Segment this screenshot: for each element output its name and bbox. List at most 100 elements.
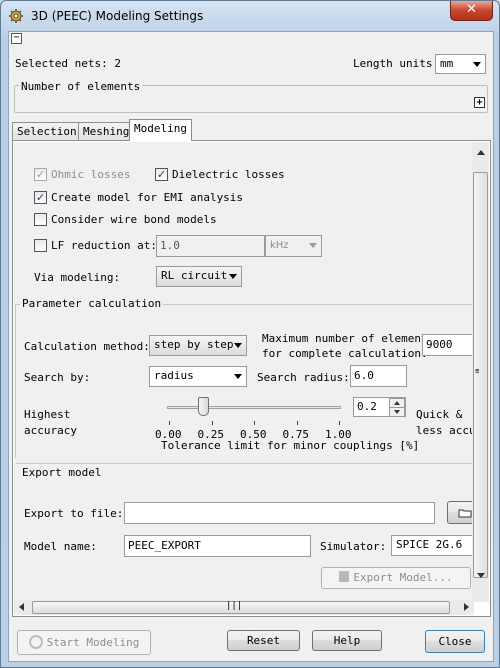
model-name-label: Model name: (24, 540, 97, 553)
calc-method-value: step by step (154, 338, 234, 351)
gears-icon (28, 635, 43, 649)
horizontal-scrollbar[interactable]: ||| (14, 600, 474, 615)
chevron-down-icon (473, 62, 481, 67)
slider-tick-label: 0.00 (155, 428, 182, 441)
emi-model-checkbox[interactable]: ✓ (34, 191, 47, 204)
lf-reduction-input[interactable]: 1.0 (156, 235, 265, 257)
spinner-down-icon[interactable] (389, 407, 405, 417)
check-icon: ✓ (35, 191, 46, 204)
browse-button[interactable] (447, 501, 474, 524)
export-model-button[interactable]: Export Model... (321, 567, 471, 589)
lf-unit-value: kHz (270, 240, 289, 251)
length-units-select[interactable]: mm (435, 54, 486, 74)
title-bar: 3D (PEEC) Modeling Settings ✕ (1, 1, 499, 31)
dielectric-losses-label: Dielectric losses (172, 168, 285, 181)
grip-icon: ≡ (475, 367, 480, 375)
quick-label: Quick & (416, 408, 463, 421)
export-to-file-label: Export to file: (24, 507, 124, 520)
tolerance-spinner-value: 0.2 (357, 400, 377, 413)
simulator-value: SPICE 2G.6 (396, 538, 463, 551)
calc-method-select[interactable]: step by step (149, 335, 247, 356)
search-radius-input[interactable]: 6.0 (350, 365, 407, 387)
scroll-up-icon[interactable] (477, 150, 485, 155)
window-title: 3D (PEEC) Modeling Settings (31, 9, 204, 23)
tab-modeling[interactable]: Modeling (129, 119, 192, 141)
chevron-down-icon (309, 243, 317, 248)
model-name-input[interactable]: PEEC_EXPORT (124, 535, 311, 557)
expand-icon[interactable]: + (474, 97, 485, 108)
highest-accuracy-label-2: accuracy (24, 424, 77, 437)
chevron-down-icon (234, 343, 242, 348)
export-model-button-label: Export Model... (353, 571, 453, 584)
scroll-left-icon[interactable] (19, 603, 24, 611)
tolerance-slider-track[interactable] (167, 406, 341, 409)
slider-tick (296, 421, 298, 425)
selected-nets-label: Selected nets: 2 (15, 57, 121, 70)
ohmic-losses-checkbox[interactable]: ✓ (34, 168, 47, 181)
slider-tick (339, 421, 340, 425)
slider-tick-label: 0.50 (240, 428, 267, 441)
lf-reduction-label: LF reduction at: (51, 239, 157, 252)
ohmic-losses-label: Ohmic losses (51, 168, 131, 181)
check-icon: ✓ (156, 168, 167, 181)
section-border-left (15, 304, 16, 458)
app-gear-icon (9, 9, 23, 23)
collapse-icon[interactable]: − (11, 33, 22, 44)
start-modeling-button[interactable]: Start Modeling (17, 630, 151, 655)
simulator-select[interactable]: SPICE 2G.6 (391, 535, 474, 556)
simulator-label: Simulator: (320, 540, 387, 553)
slider-tick (169, 421, 170, 425)
wire-bond-label: Consider wire bond models (51, 213, 217, 226)
modeling-content: ✓ Ohmic losses ✓ Dielectric losses ✓ Cre… (14, 142, 474, 602)
wire-bond-checkbox[interactable] (34, 213, 47, 226)
folder-icon (458, 509, 471, 518)
max-elements-input[interactable]: 9000 (422, 334, 474, 356)
tab-meshing[interactable]: Meshing (78, 122, 135, 141)
highest-accuracy-label: Highest (24, 408, 71, 421)
via-modeling-value: RL circuit (161, 269, 228, 282)
reset-button[interactable]: Reset (227, 630, 300, 651)
chevron-down-icon (229, 274, 237, 279)
close-button[interactable]: Close (425, 630, 485, 653)
dialog-client: − Selected nets: 2 Length units: mm Numb… (8, 31, 494, 662)
slider-tick-label: 1.00 (325, 428, 352, 441)
emi-model-label: Create model for EMI analysis (51, 191, 244, 204)
export-model-title: Export model (20, 466, 104, 479)
slider-tick (254, 421, 255, 425)
scroll-down-icon[interactable] (477, 573, 485, 578)
calc-method-label: Calculation method: (24, 340, 150, 353)
lf-unit-select[interactable]: kHz (265, 235, 322, 257)
max-elements-label-2: for complete calculation: (262, 347, 428, 360)
horizontal-scroll-thumb[interactable]: ||| (32, 601, 450, 614)
slider-tick (211, 421, 213, 425)
tab-selection[interactable]: Selection (12, 122, 82, 141)
dialog-window: 3D (PEEC) Modeling Settings ✕ − Selected… (0, 0, 500, 668)
lf-reduction-checkbox[interactable] (34, 239, 47, 252)
vertical-scroll-thumb[interactable]: ≡ (473, 172, 488, 578)
parameter-calculation-title: Parameter calculation (20, 297, 164, 310)
window-close-button[interactable]: ✕ (450, 1, 493, 21)
via-modeling-select[interactable]: RL circuit (156, 266, 242, 287)
grip-icon: ||| (226, 601, 243, 611)
modeling-tab-panel: ✓ Ohmic losses ✓ Dielectric losses ✓ Cre… (12, 140, 491, 617)
search-by-label: Search by: (24, 371, 91, 384)
number-of-elements-title: Number of elements (19, 80, 143, 93)
length-units-label: Length units: (353, 57, 440, 70)
length-units-value: mm (440, 57, 454, 70)
scroll-right-icon[interactable] (464, 603, 469, 611)
vertical-scrollbar[interactable]: ≡ (472, 142, 489, 602)
search-by-select[interactable]: radius (149, 366, 247, 387)
close-icon: ✕ (466, 2, 477, 17)
check-icon: ✓ (35, 168, 46, 181)
start-modeling-label: Start Modeling (46, 636, 140, 649)
via-modeling-label: Via modeling: (34, 271, 121, 284)
tolerance-slider-thumb[interactable] (198, 397, 209, 416)
search-by-value: radius (154, 369, 194, 382)
dielectric-losses-checkbox[interactable]: ✓ (155, 168, 168, 181)
max-elements-label: Maximum number of elements (262, 332, 435, 345)
export-icon (339, 571, 350, 582)
help-button[interactable]: Help (312, 630, 382, 651)
slider-tick-label: 0.25 (197, 428, 225, 441)
chevron-down-icon (234, 374, 242, 379)
export-to-file-input[interactable] (124, 502, 435, 524)
